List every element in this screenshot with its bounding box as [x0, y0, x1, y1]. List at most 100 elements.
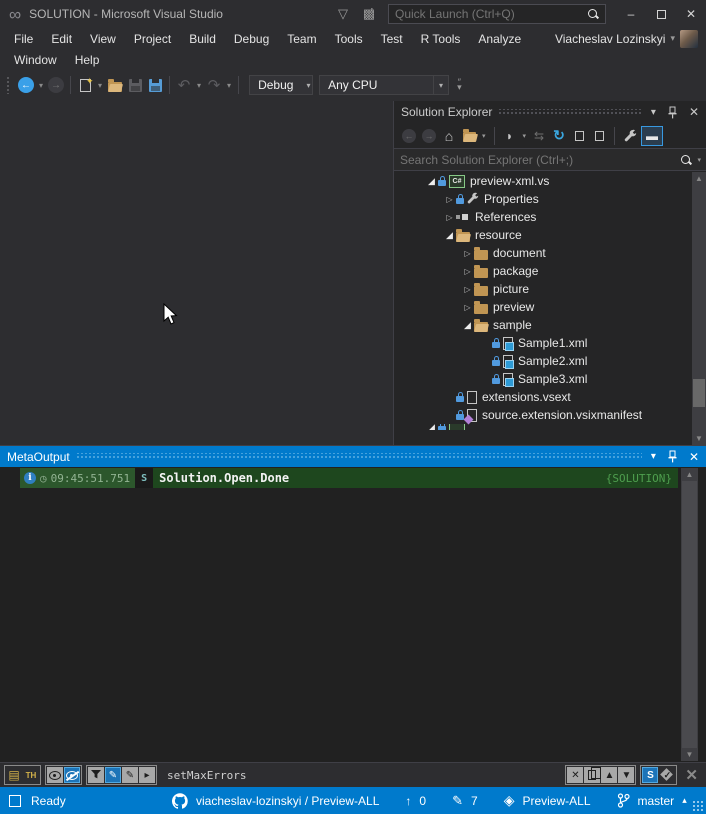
- home-icon[interactable]: ⌂: [440, 126, 458, 146]
- filter-dropdown-icon[interactable]: ▾: [523, 132, 527, 140]
- tree-item-picture[interactable]: ▷ picture: [394, 280, 692, 298]
- feedback-icon[interactable]: ▩̇: [356, 6, 382, 22]
- save-button[interactable]: [125, 74, 145, 96]
- resize-grip[interactable]: [692, 800, 704, 812]
- expanded-arrow-icon[interactable]: ◢: [425, 176, 438, 187]
- close-icon[interactable]: ✕: [686, 450, 702, 464]
- filter-expression[interactable]: setMaxErrors: [167, 769, 246, 782]
- refresh-icon[interactable]: ↻: [550, 126, 568, 146]
- incoming-commits-count[interactable]: 0: [419, 794, 426, 808]
- expanded-arrow-icon[interactable]: ◢: [443, 230, 456, 241]
- close-button[interactable]: ✕: [676, 3, 706, 25]
- quick-launch-input[interactable]: [389, 7, 587, 21]
- menu-view[interactable]: View: [81, 30, 125, 48]
- menu-test[interactable]: Test: [372, 30, 412, 48]
- branch-name[interactable]: master: [638, 794, 675, 808]
- redo-button[interactable]: ↷: [204, 74, 224, 96]
- show-all-files-icon[interactable]: [590, 126, 609, 146]
- tree-item-sample[interactable]: ◢ sample: [394, 316, 692, 334]
- menu-tools[interactable]: Tools: [326, 30, 372, 48]
- menu-analyze[interactable]: Analyze: [469, 30, 530, 48]
- collapse-all-icon[interactable]: [570, 126, 589, 146]
- toolbar-overflow-button[interactable]: ″ ▾: [457, 78, 462, 92]
- new-project-button[interactable]: ✦: [75, 74, 95, 96]
- scroll-top-icon[interactable]: ▲: [601, 767, 618, 783]
- back-icon[interactable]: ←: [400, 126, 418, 146]
- menu-edit[interactable]: Edit: [42, 30, 81, 48]
- tree-item-properties[interactable]: ▷ Properties: [394, 190, 692, 208]
- pending-edits-icon[interactable]: ✎: [452, 793, 463, 809]
- switch-views-icon[interactable]: [460, 126, 478, 146]
- configuration-combobox[interactable]: Debug ▾: [249, 75, 314, 95]
- panel-close-icon[interactable]: ✕: [681, 766, 702, 784]
- menu-debug[interactable]: Debug: [225, 30, 278, 48]
- tree-item-extensions-vsext[interactable]: extensions.vsext: [394, 388, 692, 406]
- scroll-bottom-icon[interactable]: ▼: [618, 767, 635, 783]
- save-all-button[interactable]: [145, 74, 165, 96]
- scroll-down-icon[interactable]: ▼: [681, 748, 698, 761]
- hide-events-icon[interactable]: [64, 767, 80, 783]
- redo-dropdown-icon[interactable]: ▾: [227, 81, 231, 90]
- collapsed-arrow-icon[interactable]: ▷: [443, 195, 456, 204]
- git-branch-icon[interactable]: [617, 793, 630, 808]
- tree-item-document[interactable]: ▷ document: [394, 244, 692, 262]
- pending-edits-count[interactable]: 7: [471, 794, 478, 808]
- forward-icon[interactable]: →: [420, 126, 438, 146]
- tree-item-source-extension-vsixmanifest[interactable]: source.extension.vsixmanifest: [394, 406, 692, 424]
- background-tasks-icon[interactable]: [9, 794, 21, 807]
- menu-file[interactable]: File: [5, 30, 42, 48]
- close-icon[interactable]: ✕: [686, 105, 702, 119]
- menu-r-tools[interactable]: R Tools: [412, 30, 470, 48]
- avatar[interactable]: [680, 29, 698, 48]
- repository-icon[interactable]: ◈: [504, 792, 515, 809]
- mark-filter-icon[interactable]: ✎: [122, 767, 138, 783]
- apply-filter-icon[interactable]: ▸: [139, 767, 155, 783]
- log-entry[interactable]: i ◷ 09:45:51.751 S Solution.Open.Done {S…: [20, 468, 678, 488]
- verify-icon[interactable]: ✓: [659, 767, 675, 783]
- project-name[interactable]: Preview-ALL: [522, 794, 590, 808]
- toolbar-drag-grip[interactable]: [6, 76, 10, 94]
- undo-dropdown-icon[interactable]: ▾: [197, 81, 201, 90]
- notifications-filter-icon[interactable]: ▽: [330, 6, 356, 22]
- collapsed-arrow-icon[interactable]: ▷: [461, 285, 474, 294]
- properties-wrench-icon[interactable]: [621, 126, 639, 146]
- solution-explorer-search-box[interactable]: ▾: [394, 148, 706, 171]
- title-drag-area[interactable]: [75, 453, 642, 460]
- pending-changes-filter-icon[interactable]: ◗: [501, 126, 519, 146]
- preview-selected-items-toggle[interactable]: ▬: [641, 125, 664, 146]
- tree-item-sample1-xml[interactable]: Sample1.xml: [394, 334, 692, 352]
- sync-active-document-icon[interactable]: ⇆: [530, 126, 548, 146]
- scroll-up-icon[interactable]: ▲: [681, 468, 698, 481]
- switch-views-dropdown-icon[interactable]: ▾: [482, 132, 486, 140]
- maximize-button[interactable]: [646, 3, 676, 25]
- tree-item-sample2-xml[interactable]: Sample2.xml: [394, 352, 692, 370]
- solution-tree-scrollbar[interactable]: ▲ ▼: [692, 172, 706, 445]
- scrollbar-thumb[interactable]: [693, 379, 705, 407]
- pin-icon[interactable]: [665, 450, 680, 463]
- open-file-button[interactable]: [105, 74, 125, 96]
- incoming-commits-icon[interactable]: ↑: [405, 794, 411, 808]
- menu-team[interactable]: Team: [278, 30, 325, 48]
- scroll-log-icon[interactable]: ▤: [6, 767, 22, 783]
- scroll-down-icon[interactable]: ▼: [692, 432, 706, 445]
- scroll-up-icon[interactable]: ▲: [692, 172, 706, 185]
- clear-log-icon[interactable]: ✕: [567, 767, 584, 783]
- menu-project[interactable]: Project: [125, 30, 180, 48]
- collapsed-arrow-icon[interactable]: ▷: [443, 213, 456, 222]
- tree-item-package[interactable]: ▷ package: [394, 262, 692, 280]
- solution-explorer-title-bar[interactable]: Solution Explorer ▾ ✕: [394, 101, 706, 123]
- metaoutput-title-bar[interactable]: MetaOutput ▾ ✕: [0, 446, 706, 467]
- tree-item-preview[interactable]: ▷ preview: [394, 298, 692, 316]
- window-position-icon[interactable]: ▾: [648, 451, 659, 462]
- pin-icon[interactable]: [665, 106, 680, 119]
- s-logo-icon[interactable]: S: [642, 767, 659, 783]
- quick-launch-box[interactable]: [388, 4, 606, 24]
- edit-filter-icon[interactable]: ✎: [105, 767, 121, 783]
- menu-window[interactable]: Window: [5, 51, 66, 69]
- output-scrollbar[interactable]: ▲ ▼: [681, 468, 698, 761]
- search-options-dropdown-icon[interactable]: ▾: [697, 156, 701, 164]
- tree-item-references[interactable]: ▷ References: [394, 208, 692, 226]
- branch-menu-caret-icon[interactable]: ▴: [682, 795, 687, 806]
- minimize-button[interactable]: –: [616, 3, 646, 25]
- user-account[interactable]: Viacheslav Lozinskyi ▾: [555, 29, 706, 48]
